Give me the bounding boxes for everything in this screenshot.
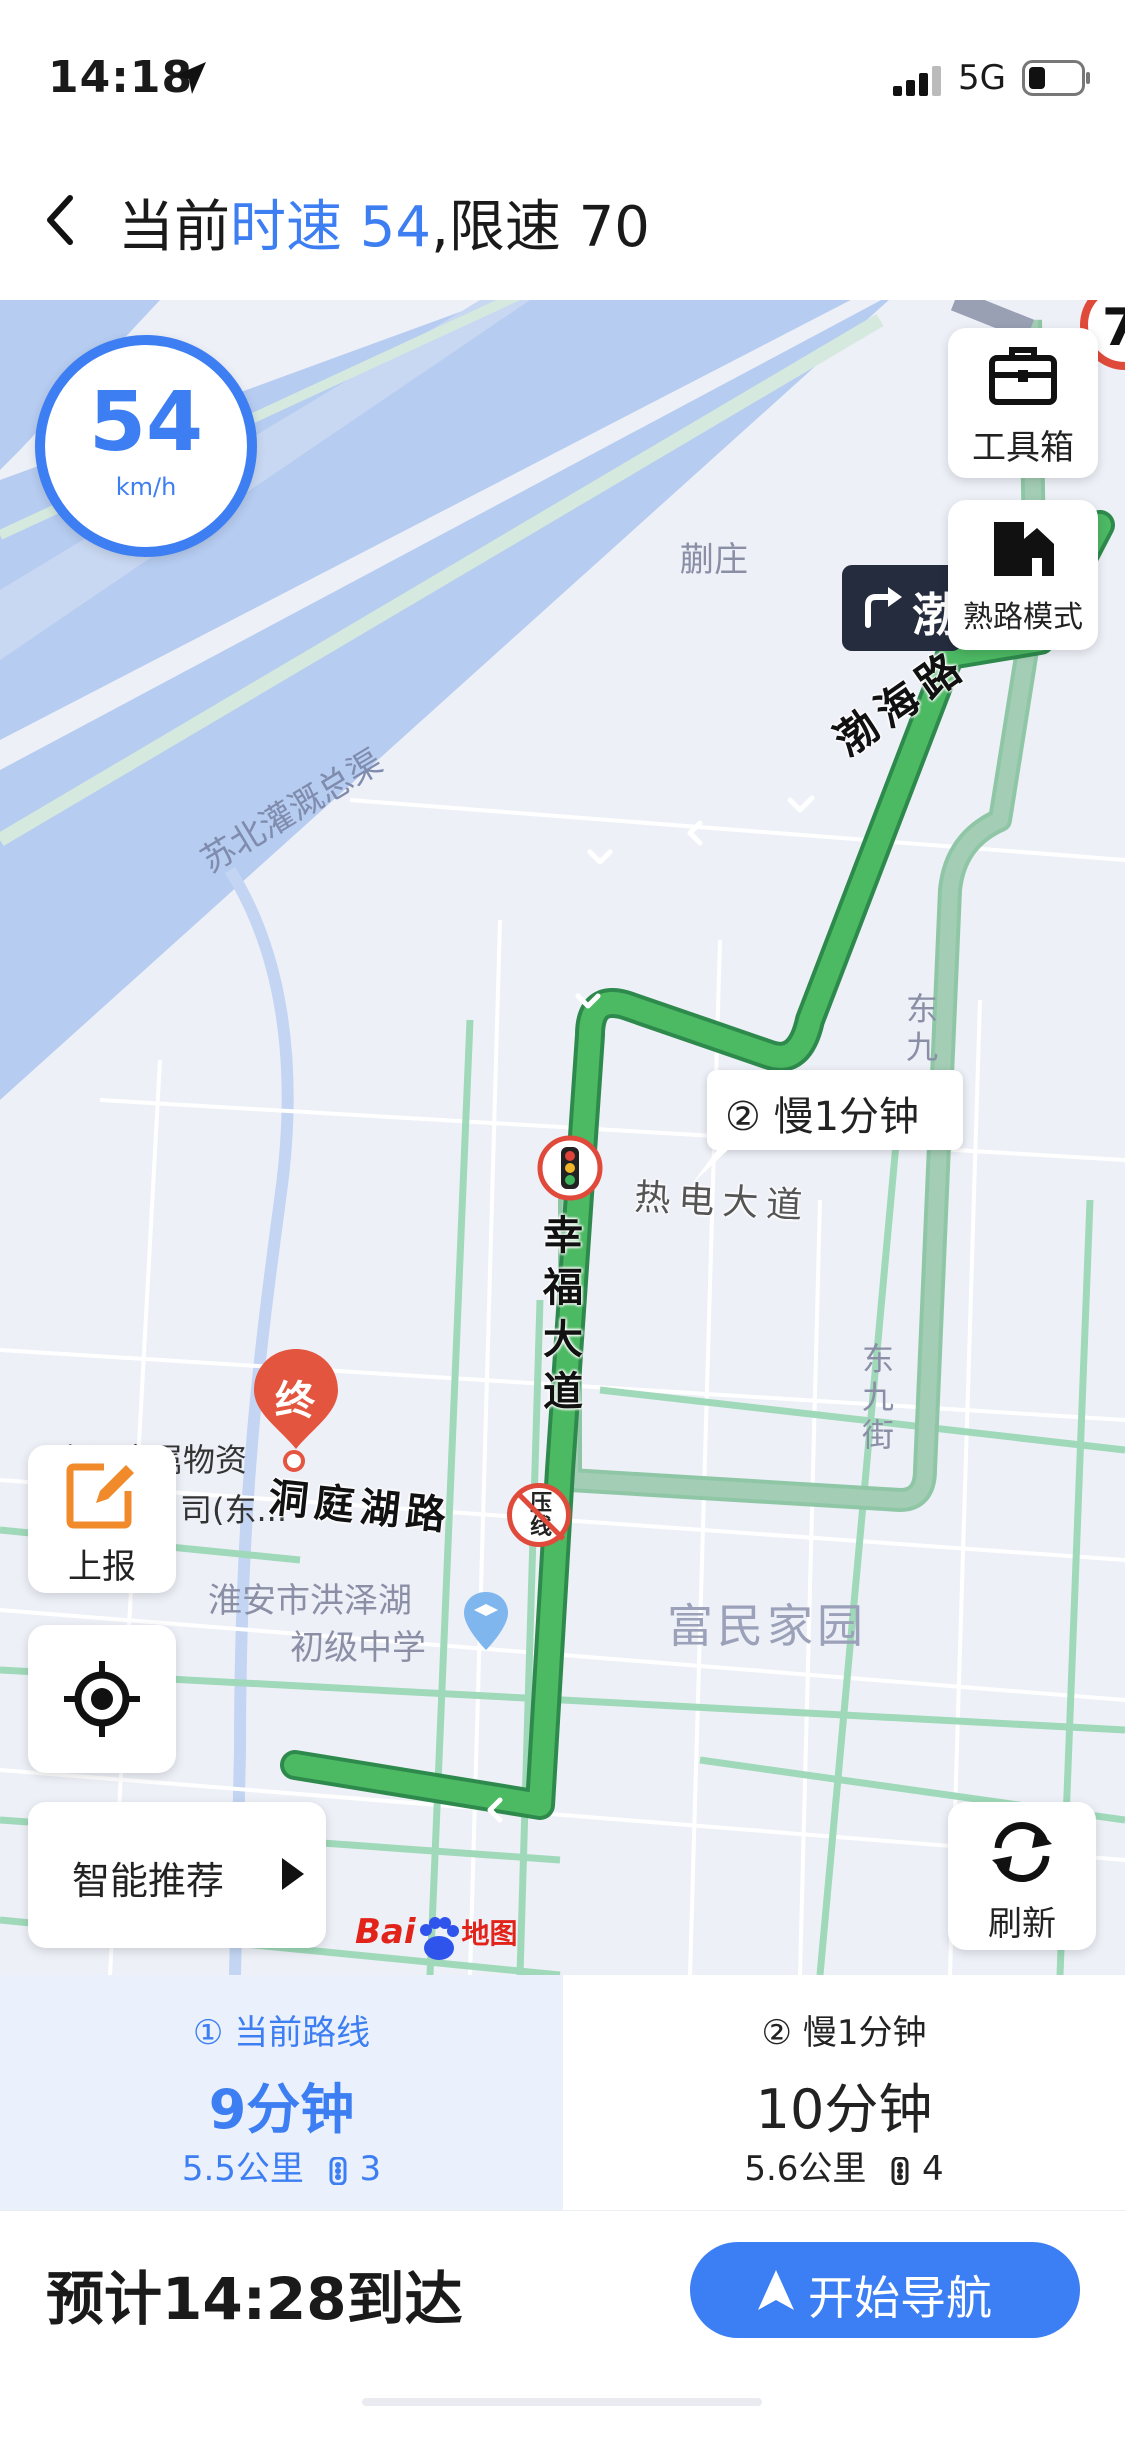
start-navigation-button[interactable]: 开始导航	[690, 2242, 1080, 2338]
smart-recommend-button[interactable]: 智能推荐	[28, 1802, 326, 1948]
traffic-light-count-icon	[891, 2156, 909, 2185]
destination-label: 终	[275, 1378, 315, 1424]
village-label: 蒯庄	[680, 540, 748, 580]
turn-right-icon	[865, 587, 902, 628]
route-1-duration: 9分钟	[208, 2078, 355, 2141]
school-label-line2: 初级中学	[290, 1628, 426, 1668]
line-violation-marker: 压线	[507, 1483, 571, 1547]
location-arrow-icon	[174, 62, 206, 94]
route-tab-alternate[interactable]: ② 慢1分钟 10分钟 5.6公里 4	[563, 1975, 1125, 2210]
smart-recommend-label: 智能推荐	[72, 1859, 225, 1903]
refresh-icon	[992, 1821, 1052, 1883]
title-prefix: 当前	[118, 195, 230, 260]
home-route-icon	[994, 522, 1054, 576]
logo-map-text: 地图	[461, 1917, 518, 1950]
edge-speed-limit-text: 7	[1102, 300, 1125, 358]
route-2-distance: 5.6公里	[744, 2149, 867, 2189]
logo-text: Bai	[355, 1912, 416, 1952]
status-bar: 14:18 5G	[0, 0, 1125, 160]
baidu-paw-icon	[419, 1916, 459, 1960]
speed-limit-title: 当前时速 54,限速 70	[118, 182, 650, 263]
route-2-meta: 5.6公里 4	[563, 2141, 1125, 2190]
network-type: 5G	[958, 58, 1006, 98]
report-button[interactable]: 上报	[28, 1445, 176, 1593]
route-1-distance: 5.5公里	[181, 2149, 304, 2189]
current-speed-text: 时速 54	[230, 195, 432, 260]
callout-pointer	[692, 1146, 730, 1184]
route-2-duration: 10分钟	[755, 2078, 933, 2141]
battery-icon	[1022, 60, 1090, 96]
route-tab-current[interactable]: ① 当前路线 9分钟 5.5公里 3	[0, 1975, 563, 2210]
alt-route-callout-text: ② 慢1分钟	[725, 1094, 920, 1140]
toolbox-label: 工具箱	[972, 428, 1074, 468]
speed-limit-text: ,限速 70	[431, 195, 650, 260]
map-view[interactable]: 蒯庄 苏北灌溉总渠 富民家园 淮安市洪泽湖 初级中学 宇泽金属物资 司(东...…	[0, 300, 1125, 1975]
school-pin-icon	[464, 1592, 508, 1650]
road-label-xingfu: 幸福大道	[543, 1213, 583, 1415]
street-east-top-label: 东九	[906, 990, 939, 1066]
locate-button[interactable]	[28, 1625, 176, 1773]
report-label: 上报	[68, 1547, 136, 1587]
back-arrow-icon[interactable]	[38, 190, 86, 250]
current-speed-badge: 54 km/h	[35, 335, 257, 557]
navigation-arrow-icon	[758, 2270, 794, 2310]
eta-text: 预计14:28到达	[46, 2265, 463, 2333]
toolbox-button[interactable]: 工具箱	[948, 328, 1098, 478]
familiar-mode-button[interactable]: 熟路模式	[948, 500, 1098, 650]
start-navigation-label: 开始导航	[808, 2271, 992, 2325]
toolbox-icon	[989, 347, 1057, 405]
street-east-label: 东九街	[862, 1340, 895, 1454]
signal-icon	[893, 66, 941, 96]
route-1-meta: 5.5公里 3	[0, 2141, 563, 2190]
turn-sign: 渤	[842, 565, 962, 651]
play-triangle-icon	[282, 1858, 304, 1890]
route-1-title: ① 当前路线	[192, 2013, 371, 2053]
locate-me-icon	[64, 1661, 140, 1737]
speed-badge-value: 54	[88, 375, 204, 470]
home-indicator	[362, 2398, 762, 2406]
route-2-lights: 4	[922, 2149, 944, 2189]
route-1-lights: 3	[359, 2149, 382, 2189]
edit-report-icon	[66, 1463, 134, 1529]
route-2-title: ② 慢1分钟	[761, 2013, 927, 2053]
refresh-button[interactable]: 刷新	[948, 1802, 1096, 1950]
alt-route-callout[interactable]: ② 慢1分钟	[707, 1070, 963, 1150]
destination-dot	[283, 1450, 305, 1472]
familiar-mode-label: 熟路模式	[963, 600, 1083, 635]
school-label-line1: 淮安市洪泽湖	[208, 1581, 412, 1621]
baidu-map-logo: Bai 地图	[355, 1912, 518, 1962]
speed-badge-unit: km/h	[115, 473, 177, 501]
traffic-light-count-icon	[329, 2156, 347, 2185]
refresh-label: 刷新	[988, 1904, 1056, 1944]
residential-label: 富民家园	[667, 1599, 867, 1653]
traffic-light-icon	[537, 1135, 603, 1201]
